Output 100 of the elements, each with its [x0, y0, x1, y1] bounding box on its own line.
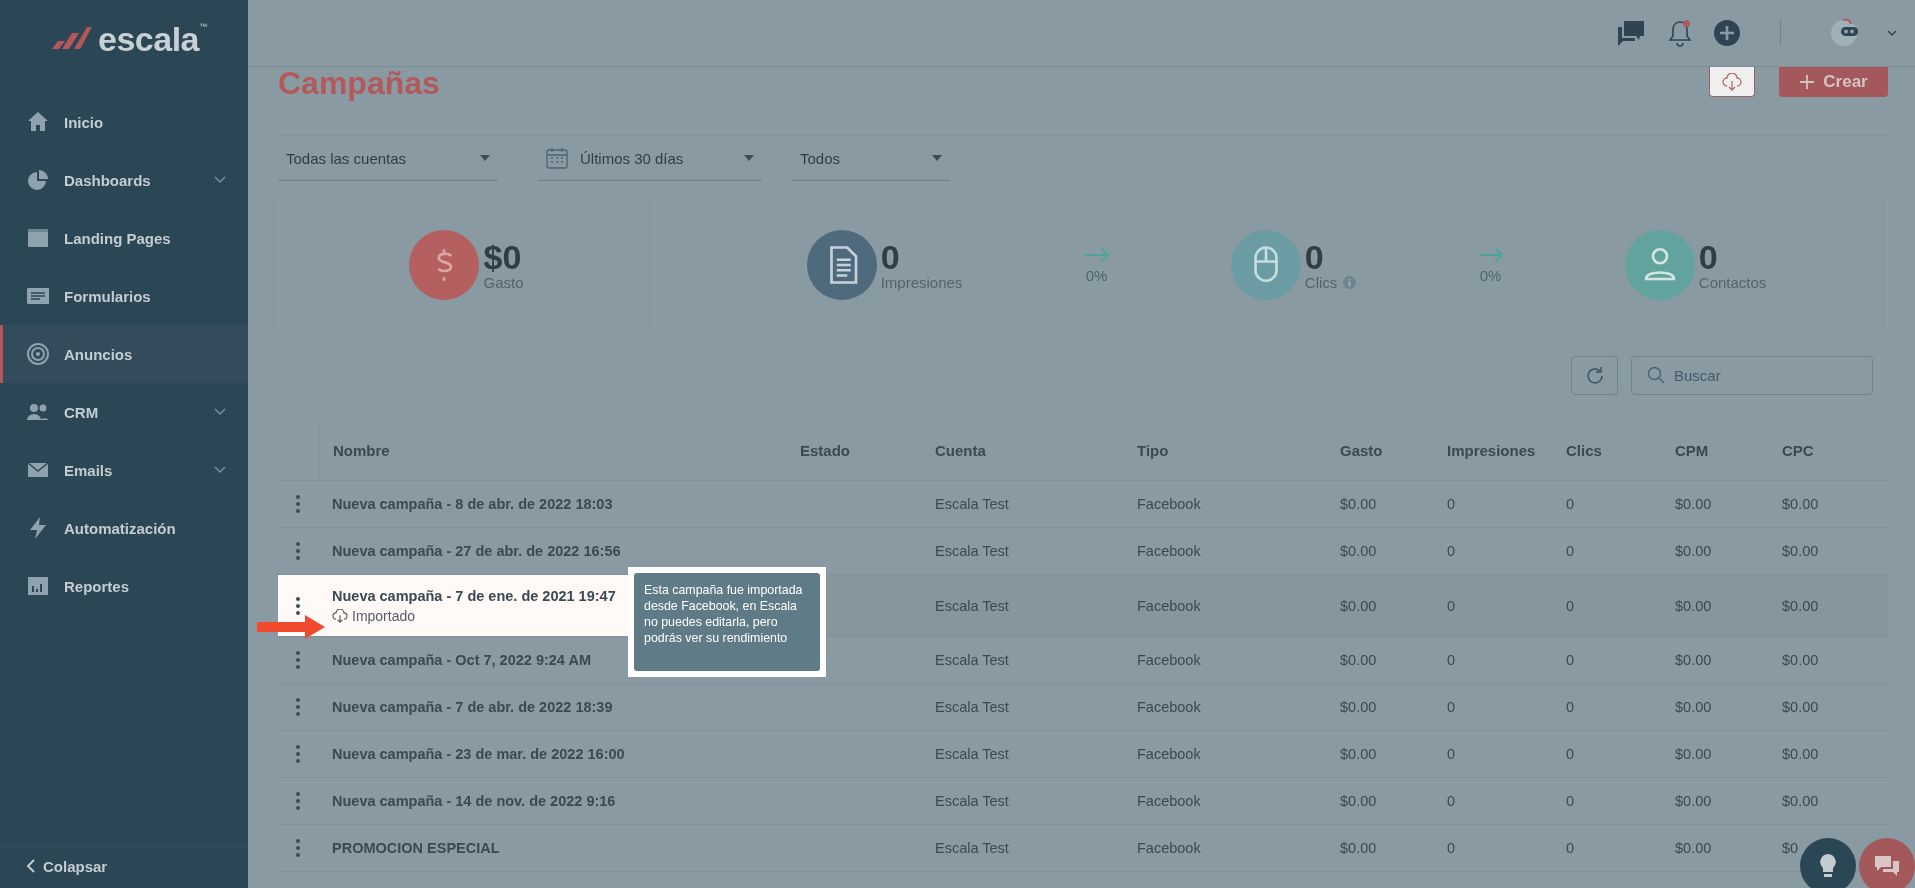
create-button[interactable]: Crear	[1779, 67, 1888, 97]
home-icon	[26, 110, 50, 134]
table-cell: $0.00	[1782, 543, 1819, 559]
table-cell: 0	[1447, 543, 1456, 559]
table-cell: $0.00	[1675, 840, 1712, 856]
table-cell: Facebook	[1137, 597, 1201, 614]
sidebar-item[interactable]: Emails	[0, 441, 248, 499]
add-icon[interactable]	[1714, 20, 1740, 46]
import-button[interactable]	[1709, 67, 1755, 97]
chevron-down-icon	[214, 408, 226, 416]
arrow-right-icon	[1477, 246, 1504, 263]
column-header[interactable]: Nombre	[333, 441, 390, 459]
table-cell: $0.00	[1340, 793, 1377, 809]
search-field[interactable]: Buscar	[1631, 356, 1873, 395]
chevron-down-icon	[214, 176, 226, 184]
chat-bubbles-icon	[1873, 854, 1901, 878]
table-cell: Escala Test	[935, 699, 1009, 715]
table-cell: $0.00	[1340, 652, 1377, 668]
sidebar-item[interactable]: Formularios	[0, 267, 248, 325]
campaign-name[interactable]: Nueva campaña - 7 de abr. de 2022 18:39	[332, 699, 613, 715]
caret-down-icon	[932, 155, 942, 161]
tips-button[interactable]	[1800, 838, 1856, 888]
sidebar-item[interactable]: Anuncios	[0, 325, 248, 383]
column-header[interactable]: Tipo	[1137, 441, 1169, 459]
table-cell: Facebook	[1137, 496, 1201, 512]
table-cell: Facebook	[1137, 543, 1201, 559]
imported-label: Importado	[332, 607, 416, 624]
campaign-name[interactable]: Nueva campaña - 7 de ene. de 2021 19:47	[332, 587, 616, 604]
table-cell: $0.00	[1675, 793, 1712, 809]
table-cell: $0.00	[1782, 597, 1819, 614]
table-cell: 0	[1447, 496, 1456, 512]
chat-icon[interactable]	[1616, 19, 1646, 47]
campaign-name[interactable]: Nueva campaña - 14 de nov. de 2022 9:16	[332, 793, 616, 809]
table-cell: $0.00	[1340, 699, 1377, 715]
table-cell: 0	[1447, 840, 1456, 856]
column-header[interactable]: Clics	[1566, 441, 1602, 459]
more-options-icon[interactable]	[296, 596, 300, 615]
column-header[interactable]: Estado	[800, 441, 850, 459]
info-icon	[1343, 275, 1357, 289]
tooltip-text: Esta campaña fue importada desde Facebook, en Escala no puedes editarla, pero podrás ver su rendimiento	[644, 583, 803, 646]
sidebar-item[interactable]: Automatización	[0, 499, 248, 557]
sidebar-item[interactable]: Dashboards	[0, 151, 248, 209]
conversion-rate: 0%	[1479, 266, 1502, 284]
table-cell: $0	[1782, 840, 1799, 856]
filter-dropdown[interactable]: Todos	[792, 136, 950, 181]
table-cell: $0.00	[1782, 652, 1819, 668]
column-header[interactable]: Gasto	[1340, 441, 1383, 459]
column-header[interactable]: CPM	[1675, 441, 1709, 459]
chat-button[interactable]	[1859, 838, 1915, 888]
campaign-name[interactable]: Nueva campaña - 23 de mar. de 2022 16:00	[332, 746, 625, 762]
table-cell: $0.00	[1675, 496, 1712, 512]
table-cell: 0	[1566, 496, 1575, 512]
metric-value: 0	[880, 239, 901, 274]
table-cell: $0.00	[1675, 597, 1712, 614]
table-cell: Facebook	[1137, 840, 1201, 856]
sidebar-item[interactable]: CRM	[0, 383, 248, 441]
sidebar-item[interactable]: Landing Pages	[0, 209, 248, 267]
page-title: Campañas	[278, 67, 441, 99]
trademark-sign: ™	[199, 22, 207, 31]
refresh-button[interactable]	[1571, 356, 1618, 395]
table-cell: Facebook	[1137, 652, 1201, 668]
date-range-dropdown[interactable]: Últimos 30 días	[538, 136, 762, 181]
logo-text: escala	[98, 22, 199, 56]
lightbulb-icon	[1819, 853, 1837, 879]
plus-icon	[1799, 74, 1816, 90]
table-cell: $0.00	[1340, 543, 1377, 559]
sidebar-item[interactable]: Inicio	[0, 93, 248, 151]
table-cell: Facebook	[1137, 746, 1201, 762]
caret-down-icon	[480, 155, 490, 161]
campaign-name[interactable]: Nueva campaña - 8 de abr. de 2022 18:03	[332, 496, 613, 512]
target-icon	[26, 342, 50, 366]
cloud-download-icon	[332, 608, 348, 623]
table-cell: Facebook	[1137, 699, 1201, 715]
table-cell: Escala Test	[935, 543, 1009, 559]
table-cell: 0	[1447, 793, 1456, 809]
calendar-icon	[546, 147, 568, 169]
column-header[interactable]: Cuenta	[935, 441, 986, 459]
campaign-name[interactable]: Nueva campaña - 27 de abr. de 2022 16:56	[332, 543, 621, 559]
chevron-left-icon	[26, 859, 35, 873]
table-cell: 0	[1447, 652, 1456, 668]
bell-icon[interactable]	[1668, 19, 1692, 47]
table-cell: 0	[1566, 793, 1575, 809]
chevron-down-icon	[1887, 29, 1897, 37]
column-header[interactable]: CPC	[1782, 441, 1814, 459]
filter-dropdown[interactable]: Todas las cuentas	[278, 136, 498, 181]
table-cell: 0	[1566, 543, 1575, 559]
table-cell: $0.00	[1340, 496, 1377, 512]
sidebar-item[interactable]: Reportes	[0, 557, 248, 615]
column-header[interactable]: Impresiones	[1447, 441, 1536, 459]
campaign-name[interactable]: PROMOCION ESPECIAL	[332, 840, 500, 856]
chevron-down-icon	[214, 466, 226, 474]
table-cell: 0	[1566, 746, 1575, 762]
campaign-name[interactable]: Nueva campaña - Oct 7, 2022 9:24 AM	[332, 652, 591, 668]
cloud-download-icon	[1722, 72, 1742, 91]
table-cell: $0.00	[1675, 746, 1712, 762]
bar-chart-icon	[26, 574, 50, 598]
table-cell: Escala Test	[935, 746, 1009, 762]
arrow-right-icon	[1083, 246, 1110, 263]
collapse-button[interactable]: Colapsar	[0, 846, 248, 885]
table-cell: Escala Test	[935, 793, 1009, 809]
